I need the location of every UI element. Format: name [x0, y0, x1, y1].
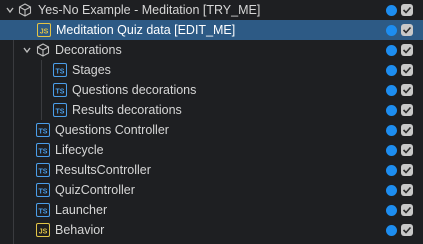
tree-row-meditation-quiz-data[interactable]: JS Meditation Quiz data [EDIT_ME] — [0, 20, 423, 40]
object-icon — [36, 43, 50, 57]
active-indicator[interactable] — [386, 165, 397, 176]
active-indicator[interactable] — [386, 105, 397, 116]
tree-row-label: QuizController — [55, 183, 135, 197]
tree-row-lifecycle[interactable]: TS Lifecycle — [0, 140, 423, 160]
hierarchy-tree: Yes-No Example - Meditation [TRY_ME] JS … — [0, 0, 423, 244]
ts-file-icon: TS — [36, 123, 50, 137]
enabled-checkbox[interactable] — [401, 184, 413, 196]
enabled-checkbox[interactable] — [401, 164, 413, 176]
svg-text:TS: TS — [39, 189, 48, 196]
svg-text:TS: TS — [56, 69, 65, 76]
active-indicator[interactable] — [386, 5, 397, 16]
enabled-checkbox[interactable] — [401, 4, 413, 16]
tree-row-questions-decorations[interactable]: TS Questions decorations — [0, 80, 423, 100]
tree-row-launcher[interactable]: TS Launcher — [0, 200, 423, 220]
object-icon — [18, 3, 32, 17]
tree-row-quiz-controller[interactable]: TS QuizController — [0, 180, 423, 200]
ts-file-icon: TS — [53, 103, 67, 117]
tree-row-root[interactable]: Yes-No Example - Meditation [TRY_ME] — [0, 0, 423, 20]
enabled-checkbox[interactable] — [401, 104, 413, 116]
active-indicator[interactable] — [386, 85, 397, 96]
ts-file-icon: TS — [53, 83, 67, 97]
svg-text:JS: JS — [40, 29, 49, 36]
svg-text:TS: TS — [39, 209, 48, 216]
tree-row-label: Launcher — [55, 203, 108, 217]
tree-row-results-controller[interactable]: TS ResultsController — [0, 160, 423, 180]
active-indicator[interactable] — [386, 65, 397, 76]
tree-row-label: Decorations — [55, 43, 122, 57]
tree-row-label: Yes-No Example - Meditation [TRY_ME] — [38, 3, 261, 17]
enabled-checkbox[interactable] — [401, 24, 413, 36]
svg-text:TS: TS — [56, 109, 65, 116]
enabled-checkbox[interactable] — [401, 124, 413, 136]
ts-file-icon: TS — [53, 63, 67, 77]
tree-row-label: ResultsController — [55, 163, 151, 177]
svg-text:JS: JS — [39, 229, 48, 236]
enabled-checkbox[interactable] — [401, 144, 413, 156]
tree-row-label: Stages — [72, 63, 111, 77]
svg-text:TS: TS — [39, 149, 48, 156]
tree-row-results-decorations[interactable]: TS Results decorations — [0, 100, 423, 120]
active-indicator[interactable] — [386, 125, 397, 136]
enabled-checkbox[interactable] — [401, 44, 413, 56]
enabled-checkbox[interactable] — [401, 84, 413, 96]
active-indicator[interactable] — [386, 205, 397, 216]
tree-row-label: Lifecycle — [55, 143, 104, 157]
tree-row-stages[interactable]: TS Stages — [0, 60, 423, 80]
tree-row-decorations[interactable]: Decorations — [0, 40, 423, 60]
enabled-checkbox[interactable] — [401, 64, 413, 76]
tree-row-behavior[interactable]: JS Behavior — [0, 220, 423, 240]
tree-row-label: Meditation Quiz data [EDIT_ME] — [56, 23, 236, 37]
enabled-checkbox[interactable] — [401, 204, 413, 216]
ts-file-icon: TS — [36, 163, 50, 177]
tree-row-label: Questions decorations — [72, 83, 197, 97]
active-indicator[interactable] — [386, 185, 397, 196]
ts-file-icon: TS — [36, 183, 50, 197]
active-indicator[interactable] — [386, 225, 397, 236]
js-file-icon: JS — [37, 23, 51, 37]
tree-row-questions-controller[interactable]: TS Questions Controller — [0, 120, 423, 140]
active-indicator[interactable] — [386, 145, 397, 156]
active-indicator[interactable] — [386, 45, 397, 56]
svg-text:TS: TS — [39, 129, 48, 136]
ts-file-icon: TS — [36, 203, 50, 217]
active-indicator[interactable] — [386, 25, 397, 36]
tree-row-label: Results decorations — [72, 103, 182, 117]
enabled-checkbox[interactable] — [401, 224, 413, 236]
svg-text:TS: TS — [39, 169, 48, 176]
tree-row-label: Behavior — [55, 223, 105, 237]
chevron-down-icon[interactable] — [22, 45, 32, 55]
svg-text:TS: TS — [56, 89, 65, 96]
ts-file-icon: TS — [36, 143, 50, 157]
chevron-down-icon[interactable] — [5, 5, 15, 15]
tree-row-label: Questions Controller — [55, 123, 169, 137]
js-file-icon: JS — [36, 223, 50, 237]
